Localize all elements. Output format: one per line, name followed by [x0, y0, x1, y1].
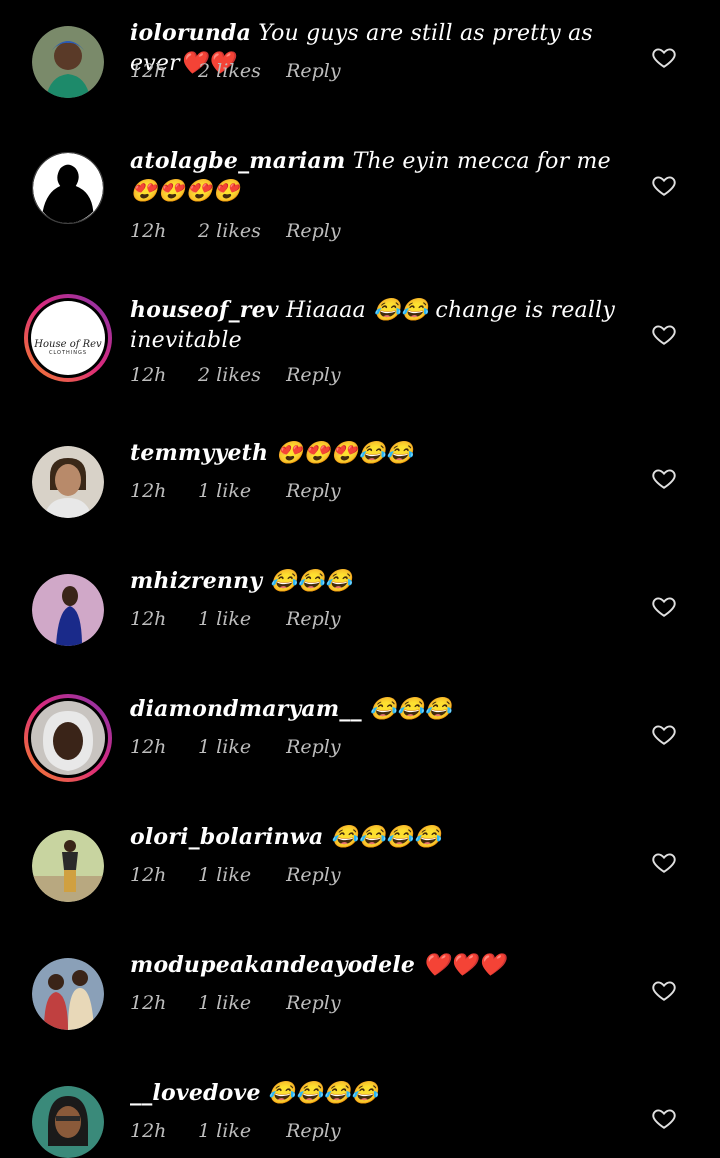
comment-username[interactable]: temmyyeth [130, 440, 268, 466]
like-heart-icon[interactable] [651, 465, 677, 491]
comment-meta: 12h 2 likes Reply [130, 220, 341, 242]
avatar-photo-icon [32, 26, 104, 98]
reply-button[interactable]: Reply [286, 736, 341, 758]
comment-text: diamondmaryam__ 😂😂😂 [130, 694, 630, 725]
brand-logo-icon: House of Rev CLOTHINGS [31, 301, 105, 375]
avatar[interactable] [32, 1086, 104, 1158]
comments-list: iolorunda You guys are still as pretty a… [0, 0, 720, 1158]
comment-text: houseof_rev Hiaaaa 😂😂 change is really i… [130, 295, 630, 356]
avatar-photo-icon [31, 701, 105, 775]
avatar[interactable] [32, 574, 104, 646]
avatar[interactable] [32, 830, 104, 902]
comment-body: 😂😂😂😂 [330, 825, 442, 850]
comment-text: temmyyeth 😍😍😍😂😂 [130, 438, 630, 469]
avatar [28, 698, 108, 778]
comment-time: 12h [130, 60, 167, 82]
comment-time: 12h [130, 736, 167, 758]
comment-username[interactable]: diamondmaryam__ [130, 696, 362, 722]
comment-body: 😍😍😍😂😂 [275, 441, 414, 466]
comment-time: 12h [130, 1120, 167, 1142]
comment-body: 😂😂😂 [368, 697, 452, 722]
reply-button[interactable]: Reply [286, 1120, 341, 1142]
reply-button[interactable]: Reply [286, 220, 341, 242]
comment-text: mhizrenny 😂😂😂 [130, 566, 630, 597]
comment-username[interactable]: olori_bolarinwa [130, 824, 323, 850]
comment-body: 😂😂😂 [269, 569, 353, 594]
like-heart-icon[interactable] [651, 172, 677, 198]
like-heart-icon[interactable] [651, 1105, 677, 1131]
like-heart-icon[interactable] [651, 44, 677, 70]
avatar[interactable] [32, 152, 104, 224]
avatar-story-ring[interactable] [24, 694, 112, 782]
comment-text: __lovedove 😂😂😂😂 [130, 1078, 630, 1109]
comment-username[interactable]: houseof_rev [130, 297, 279, 323]
comment-username[interactable]: modupeakandeayodele [130, 952, 415, 978]
reply-button[interactable]: Reply [286, 60, 341, 82]
comment-meta: 12h 1 like Reply [130, 992, 341, 1014]
comment-likes[interactable]: 1 like [198, 736, 280, 758]
comment-username[interactable]: __lovedove [130, 1080, 261, 1106]
comment-likes[interactable]: 1 like [198, 480, 280, 502]
comment-meta: 12h 1 like Reply [130, 864, 341, 886]
like-heart-icon[interactable] [651, 593, 677, 619]
comment-likes[interactable]: 2 likes [198, 60, 280, 82]
avatar-photo-icon [32, 830, 104, 902]
avatar-story-ring[interactable]: House of Rev CLOTHINGS [24, 294, 112, 382]
avatar-photo-icon [32, 574, 104, 646]
comment-meta: 12h 1 like Reply [130, 736, 341, 758]
comment-text: atolagbe_mariam The eyin mecca for me😍😍😍… [130, 146, 630, 207]
comment-text: modupeakandeayodele ❤️❤️❤️ [130, 950, 630, 981]
avatar[interactable] [32, 26, 104, 98]
comment-username[interactable]: atolagbe_mariam [130, 148, 345, 174]
avatar[interactable] [32, 446, 104, 518]
reply-button[interactable]: Reply [286, 864, 341, 886]
comment-meta: 12h 1 like Reply [130, 1120, 341, 1142]
comment-body: 😂😂😂😂 [267, 1081, 379, 1106]
comment-time: 12h [130, 608, 167, 630]
reply-button[interactable]: Reply [286, 608, 341, 630]
avatar-silhouette-icon [33, 153, 103, 223]
comment-likes[interactable]: 1 like [198, 992, 280, 1014]
like-heart-icon[interactable] [651, 321, 677, 347]
avatar-photo-icon [32, 446, 104, 518]
comment-likes[interactable]: 2 likes [198, 364, 280, 386]
comment-username[interactable]: mhizrenny [130, 568, 262, 594]
avatar-photo-icon [32, 1086, 104, 1158]
comment-meta: 12h 2 likes Reply [130, 60, 341, 82]
reply-button[interactable]: Reply [286, 364, 341, 386]
comment-likes[interactable]: 2 likes [198, 220, 280, 242]
comment-text: olori_bolarinwa 😂😂😂😂 [130, 822, 630, 853]
comment-likes[interactable]: 1 like [198, 608, 280, 630]
like-heart-icon[interactable] [651, 721, 677, 747]
comment-time: 12h [130, 992, 167, 1014]
comment-meta: 12h 1 like Reply [130, 480, 341, 502]
comment-time: 12h [130, 364, 167, 386]
reply-button[interactable]: Reply [286, 992, 341, 1014]
comment-meta: 12h 2 likes Reply [130, 364, 341, 386]
brand-logo-subtext: CLOTHINGS [48, 350, 88, 356]
comment-username[interactable]: iolorunda [130, 20, 251, 46]
reply-button[interactable]: Reply [286, 480, 341, 502]
avatar-photo-icon [32, 958, 104, 1030]
brand-logo-text: House of Rev [34, 339, 102, 350]
like-heart-icon[interactable] [651, 849, 677, 875]
comment-likes[interactable]: 1 like [198, 1120, 280, 1142]
like-heart-icon[interactable] [651, 977, 677, 1003]
comment-meta: 12h 1 like Reply [130, 608, 341, 630]
comment-time: 12h [130, 220, 167, 242]
comment-body: ❤️❤️❤️ [422, 953, 506, 978]
avatar[interactable] [32, 958, 104, 1030]
comment-time: 12h [130, 480, 167, 502]
avatar: House of Rev CLOTHINGS [28, 298, 108, 378]
comment-likes[interactable]: 1 like [198, 864, 280, 886]
comment-time: 12h [130, 864, 167, 886]
